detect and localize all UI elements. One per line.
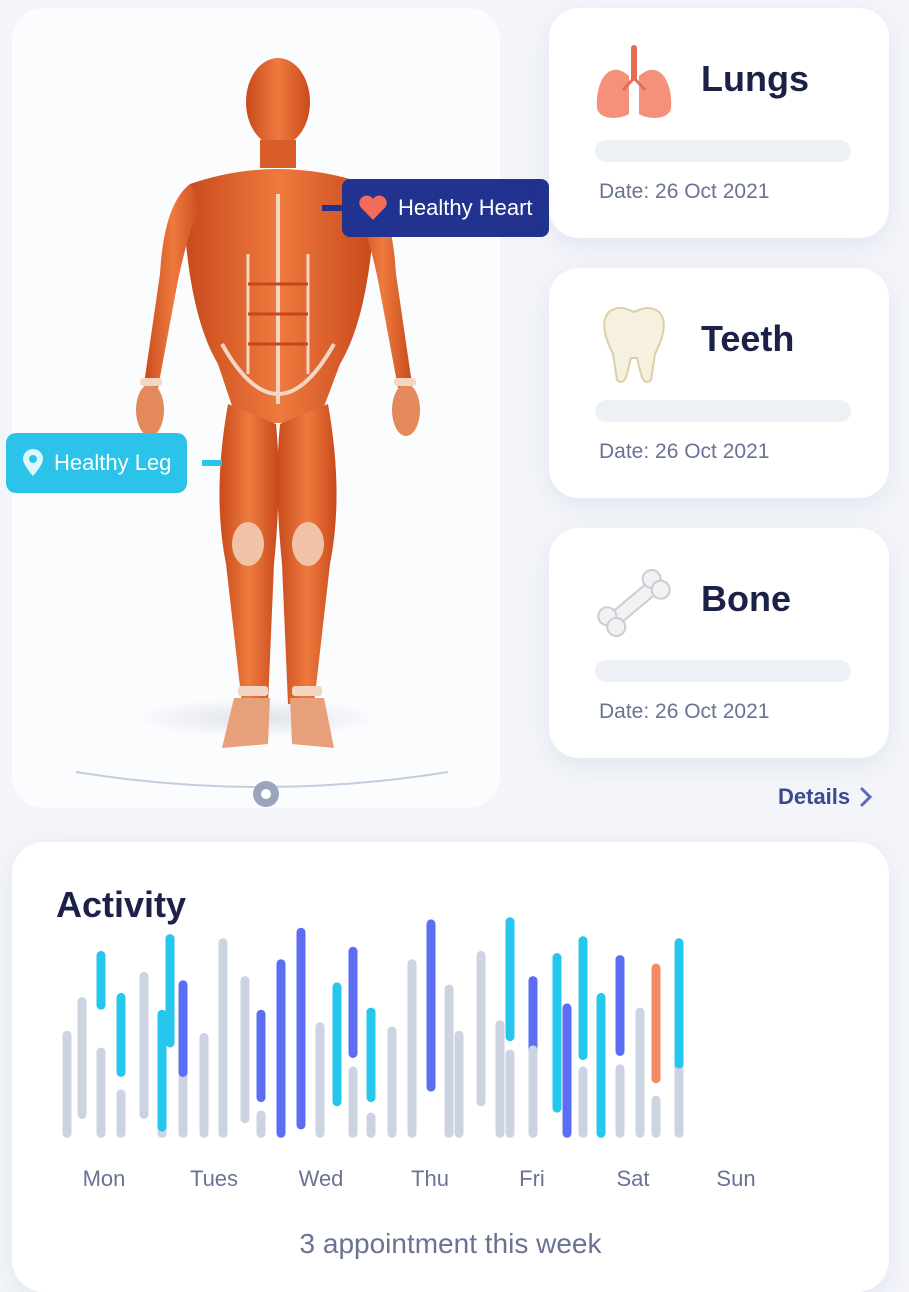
activity-bar-grey: [348, 1066, 358, 1138]
activity-bar-blue: [348, 946, 358, 1058]
activity-bar-blue: [296, 927, 306, 1130]
activity-bar-blue: [256, 1009, 266, 1103]
activity-card: Activity Mon Tues Wed Thu Fri Sat Sun 3 appoin…: [12, 842, 889, 1292]
heart-icon: [359, 195, 387, 220]
organ-title-teeth: Teeth: [701, 318, 795, 359]
activity-bar-grey: [366, 1112, 376, 1138]
organ-title-bone: Bone: [701, 578, 791, 619]
activity-bar-grey: [240, 976, 250, 1124]
activity-bar-grey: [528, 1045, 538, 1138]
activity-bar-blue: [426, 919, 436, 1092]
human-anatomy-figure[interactable]: [72, 44, 452, 764]
activity-bar-grey: [407, 959, 417, 1138]
organ-date-teeth: Date: 26 Oct 2021: [599, 440, 770, 463]
activity-bar-grey: [96, 1047, 106, 1138]
day-label-mon: Mon: [82, 1166, 126, 1191]
activity-bar-grey: [454, 1030, 464, 1138]
activity-bar-cyan: [552, 953, 562, 1113]
day-label-tues: Tues: [189, 1166, 239, 1191]
activity-bar-grey: [218, 938, 228, 1138]
healthy-leg-tag[interactable]: Healthy Leg: [6, 433, 188, 493]
organ-card-teeth[interactable]: Teeth Date: 26 Oct 2021: [549, 268, 889, 498]
activity-bar-cyan: [157, 1009, 167, 1132]
activity-bar-grey: [62, 1030, 72, 1138]
organ-progress-bar: [595, 400, 851, 422]
activity-bar-cyan: [96, 950, 106, 1010]
activity-bar-grey: [615, 1064, 625, 1138]
activity-bar-cyan: [596, 992, 606, 1138]
activity-bar-orange: [651, 963, 661, 1084]
activity-bar-blue: [276, 959, 286, 1138]
bone-icon: [597, 568, 671, 638]
organ-progress-bar: [595, 140, 851, 162]
activity-bar-cyan: [165, 934, 175, 1048]
day-label-thu: Thu: [411, 1166, 449, 1191]
activity-bar-grey: [256, 1110, 266, 1138]
lungs-icon: [596, 45, 672, 118]
details-link[interactable]: Details: [778, 784, 873, 810]
activity-bar-cyan: [505, 917, 515, 1042]
activity-bar-blue: [562, 1003, 572, 1138]
activity-bar-grey: [444, 984, 454, 1138]
activity-bar-grey: [476, 950, 486, 1107]
activity-bar-grey: [387, 1026, 397, 1138]
tooth-icon: [603, 306, 665, 383]
day-label-sun: Sun: [716, 1166, 756, 1191]
healthy-heart-tag[interactable]: Healthy Heart: [342, 179, 549, 237]
activity-chart: [62, 917, 684, 1138]
activity-bar-cyan: [366, 1007, 376, 1103]
details-label: Details: [778, 784, 851, 809]
activity-bar-grey: [199, 1032, 209, 1138]
activity-bar-grey: [505, 1049, 515, 1138]
activity-bar-grey: [77, 997, 87, 1119]
activity-bar-grey: [651, 1095, 661, 1138]
organ-card-bone[interactable]: Bone Date: 26 Oct 2021: [549, 528, 889, 758]
organ-date-bone: Date: 26 Oct 2021: [599, 700, 770, 723]
body-viewer-card: [12, 8, 500, 808]
organ-card-lungs[interactable]: Lungs Date: 26 Oct 2021: [549, 8, 889, 238]
organ-progress-bar: [595, 660, 851, 682]
day-label-wed: Wed: [298, 1166, 344, 1191]
activity-bar-grey: [495, 1020, 505, 1138]
organ-title-lungs: Lungs: [701, 58, 809, 99]
activity-bar-grey: [116, 1089, 126, 1138]
day-label-sat: Sat: [616, 1166, 650, 1191]
activity-bar-grey: [578, 1066, 588, 1138]
activity-bar-blue: [615, 955, 625, 1056]
leg-tag-connector: [202, 460, 222, 466]
location-pin-icon: [23, 449, 43, 476]
activity-bar-cyan: [332, 982, 342, 1107]
activity-bar-blue: [178, 980, 188, 1077]
activity-bar-grey: [178, 1066, 188, 1138]
heart-tag-connector: [322, 205, 344, 211]
activity-bar-grey: [635, 1007, 645, 1138]
healthy-heart-label: Healthy Heart: [398, 195, 533, 220]
chevron-right-icon: [860, 787, 873, 807]
rotation-slider[interactable]: [72, 768, 452, 808]
activity-bar-grey: [315, 1022, 325, 1138]
appointment-summary: 3 appointment this week: [299, 1228, 602, 1259]
activity-bar-cyan: [116, 992, 126, 1077]
day-label-fri: Fri: [519, 1166, 545, 1191]
activity-bar-grey: [139, 971, 149, 1119]
healthy-leg-label: Healthy Leg: [54, 450, 172, 475]
activity-bar-cyan: [578, 936, 588, 1061]
organ-date-lungs: Date: 26 Oct 2021: [599, 180, 770, 203]
activity-bar-cyan: [674, 938, 684, 1069]
